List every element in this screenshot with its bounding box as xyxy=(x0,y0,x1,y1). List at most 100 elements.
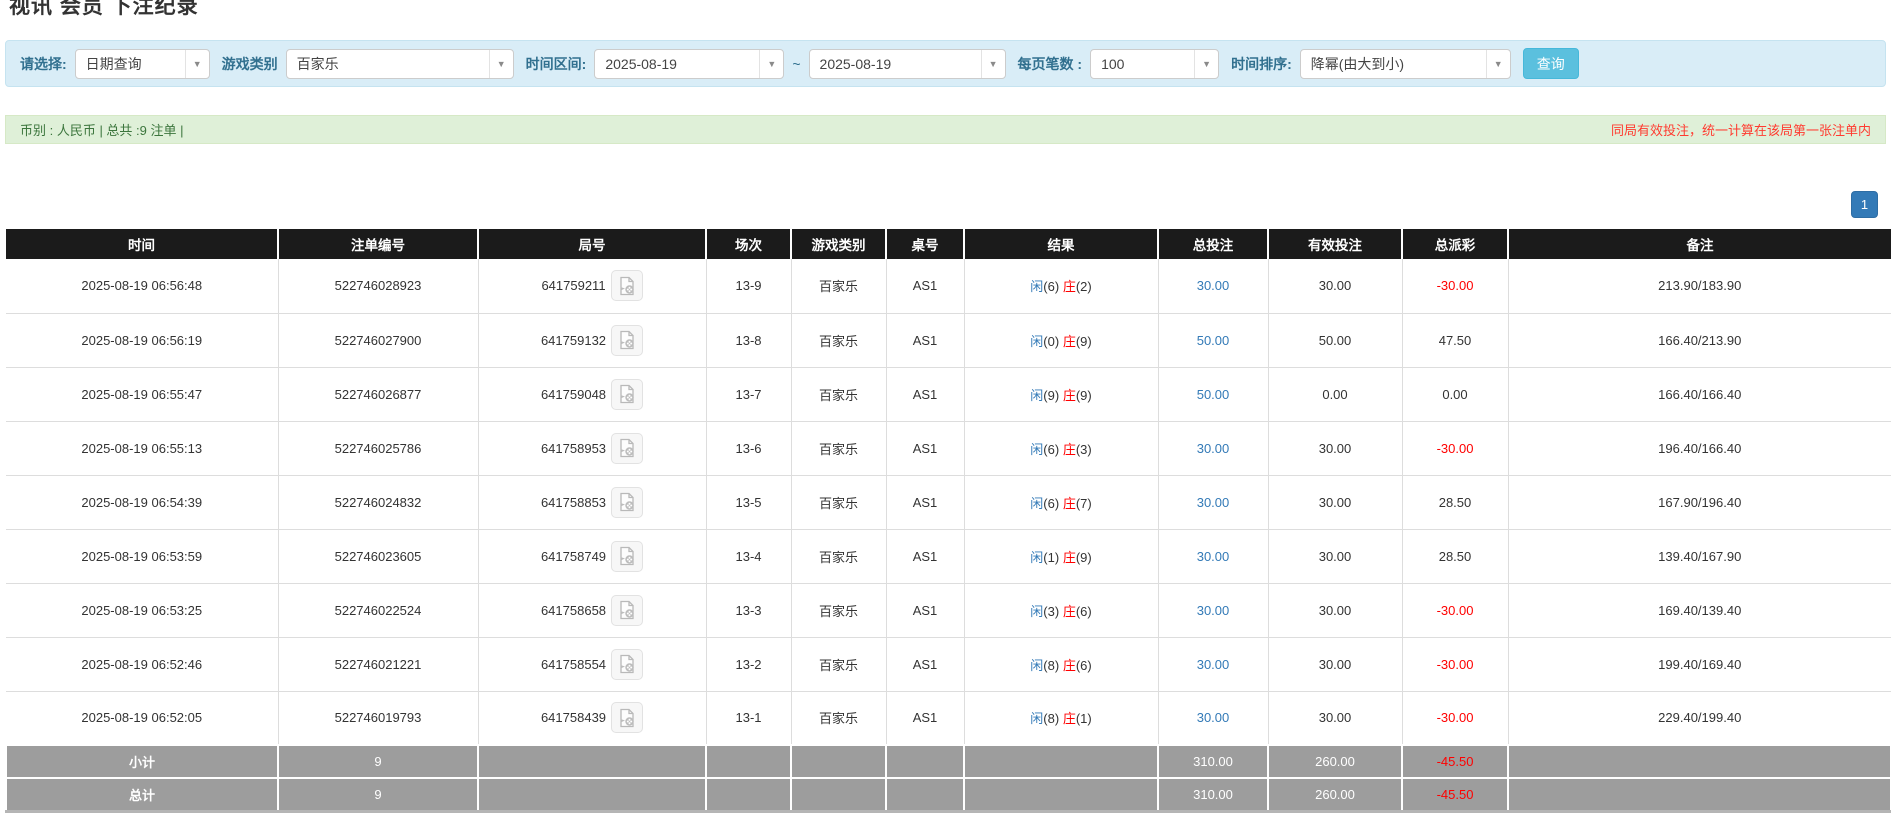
cell-valid-bet: 30.00 xyxy=(1268,583,1402,637)
video-replay-button[interactable] xyxy=(611,541,643,572)
table-header: 时间 注单编号 局号 场次 游戏类别 桌号 结果 总投注 有效投注 总派彩 备注 xyxy=(6,229,1891,259)
result-player-label: 闲 xyxy=(1030,442,1043,457)
result-banker-label: 庄 xyxy=(1063,496,1076,511)
cell-remark: 166.40/166.40 xyxy=(1508,367,1891,421)
round-number: 641758953 xyxy=(541,441,606,456)
video-replay-button[interactable] xyxy=(611,270,643,301)
video-replay-button[interactable] xyxy=(611,702,643,733)
cell-payout: 0.00 xyxy=(1402,367,1508,421)
subtotal-valid-bet: 260.00 xyxy=(1268,745,1402,778)
header-valid-bet: 有效投注 xyxy=(1268,229,1402,259)
cell-round: 641758439 xyxy=(478,691,706,745)
result-player-label: 闲 xyxy=(1030,496,1043,511)
cell-time: 2025-08-19 06:52:46 xyxy=(6,637,278,691)
cell-table-no: AS1 xyxy=(886,529,964,583)
cell-game: 百家乐 xyxy=(791,475,886,529)
date-from-select[interactable]: 2025-08-19 ▼ xyxy=(594,49,784,79)
cell-total-bet-link[interactable]: 50.00 xyxy=(1158,313,1268,367)
result-player-points: (8) xyxy=(1043,658,1059,673)
cell-total-bet-link[interactable]: 30.00 xyxy=(1158,259,1268,313)
sort-select[interactable]: 降幂(由大到小) ▼ xyxy=(1300,49,1511,79)
subtotal-count: 9 xyxy=(278,745,478,778)
table-body: 2025-08-19 06:56:48 522746028923 6417592… xyxy=(6,259,1891,745)
table-totals: 小计 9 310.00 260.00 -45.50 总计 9 xyxy=(6,745,1891,811)
result-player-points: (6) xyxy=(1043,496,1059,511)
page-1-button[interactable]: 1 xyxy=(1851,191,1878,218)
cell-time: 2025-08-19 06:54:39 xyxy=(6,475,278,529)
chevron-down-icon: ▼ xyxy=(1194,50,1218,78)
cell-total-bet-link[interactable]: 30.00 xyxy=(1158,583,1268,637)
header-session: 场次 xyxy=(706,229,791,259)
cell-session: 13-2 xyxy=(706,637,791,691)
cell-total-bet-link[interactable]: 30.00 xyxy=(1158,637,1268,691)
video-replay-button[interactable] xyxy=(611,433,643,464)
video-replay-button[interactable] xyxy=(611,379,643,410)
game-category-label: 游戏类别 xyxy=(222,54,278,74)
cell-round: 641758749 xyxy=(478,529,706,583)
cell-result: 闲(1) 庄(9) xyxy=(964,529,1158,583)
round-number: 641758439 xyxy=(541,710,606,725)
total-valid-bet: 260.00 xyxy=(1268,778,1402,811)
query-button[interactable]: 查询 xyxy=(1523,48,1579,79)
cell-table-no: AS1 xyxy=(886,583,964,637)
video-replay-button[interactable] xyxy=(611,487,643,518)
game-category-select[interactable]: 百家乐 ▼ xyxy=(286,49,514,79)
cell-total-bet-link[interactable]: 30.00 xyxy=(1158,529,1268,583)
table-row: 2025-08-19 06:52:05 522746019793 6417584… xyxy=(6,691,1891,745)
result-player-label: 闲 xyxy=(1030,604,1043,619)
per-page-select[interactable]: 100 ▼ xyxy=(1090,49,1219,79)
cell-session: 13-1 xyxy=(706,691,791,745)
header-payout: 总派彩 xyxy=(1402,229,1508,259)
cell-total-bet-link[interactable]: 30.00 xyxy=(1158,475,1268,529)
cell-time: 2025-08-19 06:53:25 xyxy=(6,583,278,637)
query-type-select[interactable]: 日期查询 ▼ xyxy=(75,49,210,79)
result-player-label: 闲 xyxy=(1030,550,1043,565)
table-row: 2025-08-19 06:52:46 522746021221 6417585… xyxy=(6,637,1891,691)
date-from-value: 2025-08-19 xyxy=(595,56,759,72)
video-replay-button[interactable] xyxy=(611,325,643,356)
cell-bet-id: 522746022524 xyxy=(278,583,478,637)
date-to-value: 2025-08-19 xyxy=(810,56,981,72)
video-replay-button[interactable] xyxy=(611,649,643,680)
cell-round: 641758953 xyxy=(478,421,706,475)
cell-empty xyxy=(791,778,886,811)
cell-round: 641758554 xyxy=(478,637,706,691)
cell-time: 2025-08-19 06:56:19 xyxy=(6,313,278,367)
pagination: 1 xyxy=(5,191,1878,218)
grand-total-row: 总计 9 310.00 260.00 -45.50 xyxy=(6,778,1891,811)
round-number: 641758554 xyxy=(541,657,606,672)
header-result: 结果 xyxy=(964,229,1158,259)
result-player-points: (0) xyxy=(1043,334,1059,349)
result-banker-points: (3) xyxy=(1076,442,1092,457)
per-page-value: 100 xyxy=(1091,56,1194,72)
video-replay-button[interactable] xyxy=(611,595,643,626)
cell-table-no: AS1 xyxy=(886,313,964,367)
cell-total-bet-link[interactable]: 30.00 xyxy=(1158,691,1268,745)
cell-valid-bet: 30.00 xyxy=(1268,637,1402,691)
cell-game: 百家乐 xyxy=(791,583,886,637)
cell-total-bet-link[interactable]: 50.00 xyxy=(1158,367,1268,421)
cell-empty xyxy=(886,745,964,778)
cell-time: 2025-08-19 06:55:13 xyxy=(6,421,278,475)
cell-session: 13-9 xyxy=(706,259,791,313)
header-time: 时间 xyxy=(6,229,278,259)
cell-empty xyxy=(1508,778,1891,811)
subtotal-total-bet: 310.00 xyxy=(1158,745,1268,778)
result-player-points: (8) xyxy=(1043,711,1059,726)
cell-empty xyxy=(791,745,886,778)
cell-time: 2025-08-19 06:52:05 xyxy=(6,691,278,745)
cell-valid-bet: 30.00 xyxy=(1268,475,1402,529)
result-banker-points: (6) xyxy=(1076,658,1092,673)
date-to-select[interactable]: 2025-08-19 ▼ xyxy=(809,49,1006,79)
summary-bar: 币别 : 人民币 | 总共 :9 注单 | 同局有效投注，统一计算在该局第一张注… xyxy=(5,115,1886,144)
cell-total-bet-link[interactable]: 30.00 xyxy=(1158,421,1268,475)
cell-result: 闲(8) 庄(1) xyxy=(964,691,1158,745)
cell-valid-bet: 30.00 xyxy=(1268,529,1402,583)
filter-bar: 请选择: 日期查询 ▼ 游戏类别 百家乐 ▼ 时间区间: 2025-08-19 … xyxy=(5,40,1886,87)
result-player-points: (3) xyxy=(1043,604,1059,619)
page-title: 视讯 会员 下注纪录 xyxy=(9,0,1886,20)
query-type-value: 日期查询 xyxy=(76,54,185,74)
subtotal-label: 小计 xyxy=(6,745,278,778)
round-number: 641758853 xyxy=(541,495,606,510)
cell-session: 13-7 xyxy=(706,367,791,421)
